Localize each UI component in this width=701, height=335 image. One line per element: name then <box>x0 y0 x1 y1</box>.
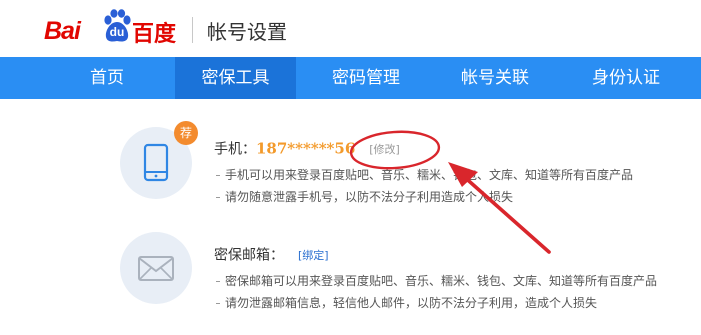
phone-desc-text-1: 手机可以用来登录百度贴吧、音乐、糯米、钱包、文库、知道等所有百度产品 <box>225 168 634 182</box>
recommended-badge: 荐 <box>174 121 198 145</box>
page-title: 帐号设置 <box>207 20 287 44</box>
email-desc-text-1: 密保邮箱可以用来登录百度贴吧、音乐、糯米、钱包、文库、知道等所有百度产品 <box>225 274 658 288</box>
logo-text-du: du <box>109 25 125 39</box>
nav-item-account-link[interactable]: 帐号关联 <box>443 57 547 99</box>
bullet <box>216 281 220 282</box>
phone-desc-line-2: 请勿随意泄露手机号，以防不法分子利用造成个人损失 <box>216 188 513 205</box>
email-title-row: 密保邮箱： [绑定] <box>214 244 329 266</box>
bullet <box>216 303 220 304</box>
bullet <box>216 197 220 198</box>
email-icon-circle <box>120 232 192 304</box>
nav-item-security-tools[interactable]: 密保工具 <box>175 57 296 99</box>
header-divider <box>192 17 193 43</box>
email-desc-text-2: 请勿泄露邮箱信息，轻信他人邮件，以防不法分子利用，造成个人损失 <box>225 296 598 310</box>
email-desc-line-2: 请勿泄露邮箱信息，轻信他人邮件，以防不法分子利用，造成个人损失 <box>216 294 597 311</box>
site-header: Bai du 百度 帐号设置 <box>0 0 701 57</box>
nav-item-home[interactable]: 首页 <box>57 57 157 99</box>
phone-number: 187******56 <box>256 139 356 158</box>
baidu-logo[interactable]: Bai du 百度 <box>44 7 184 49</box>
bullet <box>216 175 220 176</box>
bind-email-link[interactable]: [绑定] <box>298 249 329 262</box>
logo-text-bai: Bai <box>44 17 81 45</box>
phone-desc-text-2: 请勿随意泄露手机号，以防不法分子利用造成个人损失 <box>225 190 514 204</box>
email-section: 密保邮箱： [绑定] 密保邮箱可以用来登录百度贴吧、音乐、糯米、钱包、文库、知道等… <box>120 232 700 312</box>
main-nav: 首页 密保工具 密码管理 帐号关联 身份认证 <box>0 57 701 99</box>
email-label: 密保邮箱： <box>214 247 284 264</box>
envelope-icon <box>138 256 174 281</box>
nav-item-password[interactable]: 密码管理 <box>314 57 418 99</box>
phone-desc-line-1: 手机可以用来登录百度贴吧、音乐、糯米、钱包、文库、知道等所有百度产品 <box>216 166 633 183</box>
modify-phone-link[interactable]: [修改] <box>369 143 400 156</box>
nav-item-identity[interactable]: 身份认证 <box>574 57 678 99</box>
phone-section: 荐 手机：187******56 [修改] 手机可以用来登录百度贴吧、音乐、糯米、… <box>120 121 700 207</box>
logo-text-chinese: 百度 <box>132 22 177 47</box>
email-desc-line-1: 密保邮箱可以用来登录百度贴吧、音乐、糯米、钱包、文库、知道等所有百度产品 <box>216 272 657 289</box>
phone-title-row: 手机：187******56 [修改] <box>214 138 400 160</box>
phone-label: 手机： <box>214 141 256 158</box>
